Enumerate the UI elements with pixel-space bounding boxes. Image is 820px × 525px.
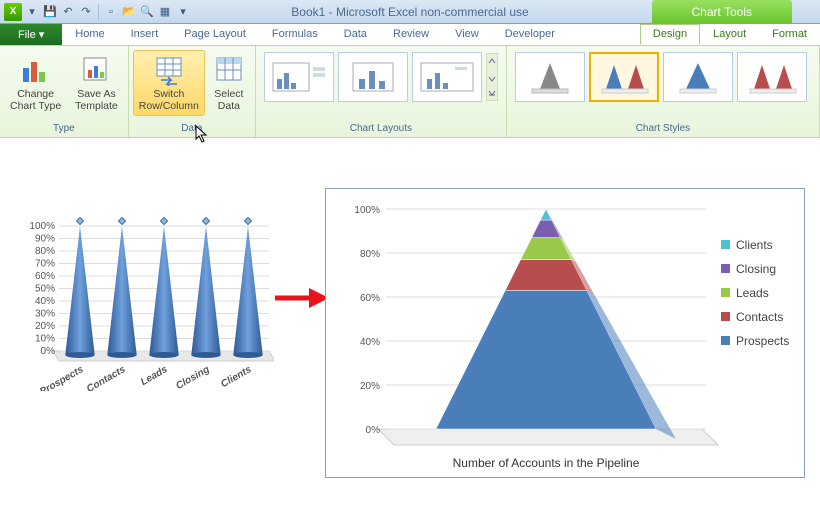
svg-text:Prospects: Prospects [736, 334, 789, 348]
undo-icon[interactable]: ↶ [60, 4, 76, 20]
save-icon[interactable]: 💾 [42, 4, 58, 20]
preview-icon[interactable]: 🔍 [139, 4, 155, 20]
template-icon [80, 54, 112, 86]
qat-dropdown[interactable]: ▾ [24, 4, 40, 20]
svg-text:Closing: Closing [174, 364, 211, 391]
group-type: Change Chart Type Save As Template Type [0, 46, 129, 137]
svg-text:80%: 80% [360, 249, 380, 260]
file-tab[interactable]: File▾ [0, 24, 62, 45]
group-label-data: Data [133, 122, 251, 135]
tab-layout[interactable]: Layout [700, 24, 759, 45]
svg-text:60%: 60% [360, 293, 380, 304]
svg-text:70%: 70% [35, 259, 55, 270]
tab-home[interactable]: Home [62, 24, 117, 45]
style-option-4[interactable] [737, 52, 807, 102]
svg-text:Contacts: Contacts [736, 310, 783, 324]
chart-before: 0%10% 20%30% 40%50% 60%70% 80%90% 100% Prospec… [14, 216, 274, 391]
svg-text:10%: 10% [35, 334, 55, 345]
group-data: Switch Row/Column Select Data Data [129, 46, 256, 137]
svg-text:40%: 40% [35, 296, 55, 307]
svg-text:20%: 20% [35, 321, 55, 332]
quick-access-toolbar: X ▾ 💾 ↶ ↷ ▫ 📂 🔍 ▦ ▾ Book1 - Microsoft Ex… [0, 0, 820, 24]
svg-text:0%: 0% [366, 425, 381, 436]
tab-view[interactable]: View [442, 24, 492, 45]
cursor-icon [195, 125, 209, 143]
svg-text:50%: 50% [35, 284, 55, 295]
svg-text:Contacts: Contacts [85, 364, 128, 391]
qat-more-1[interactable]: ▦ [157, 4, 173, 20]
select-data-icon [213, 54, 245, 86]
svg-text:30%: 30% [35, 309, 55, 320]
svg-text:Number of Accounts in the Pipe: Number of Accounts in the Pipeline [453, 456, 640, 470]
svg-text:80%: 80% [35, 246, 55, 257]
svg-text:40%: 40% [360, 337, 380, 348]
gallery-scroll-icon[interactable] [486, 53, 498, 101]
window-title: Book1 - Microsoft Excel non-commercial u… [291, 5, 528, 19]
switch-icon [153, 54, 185, 86]
svg-text:20%: 20% [360, 381, 380, 392]
svg-text:Closing: Closing [736, 262, 776, 276]
tab-data[interactable]: Data [331, 24, 380, 45]
tab-developer[interactable]: Developer [492, 24, 568, 45]
tab-pagelayout[interactable]: Page Layout [171, 24, 259, 45]
tab-insert[interactable]: Insert [118, 24, 172, 45]
layout-option-3[interactable] [412, 52, 482, 102]
tab-design[interactable]: Design [640, 24, 700, 45]
select-data-button[interactable]: Select Data [207, 50, 251, 116]
chart-type-icon [20, 54, 52, 86]
separator [98, 4, 99, 20]
tab-review[interactable]: Review [380, 24, 442, 45]
layout-option-2[interactable] [338, 52, 408, 102]
tab-format[interactable]: Format [759, 24, 820, 45]
svg-text:Leads: Leads [736, 286, 769, 300]
chart-after[interactable]: 0% 20% 40% 60% 80% 100% Number of Accounts in … [325, 188, 805, 478]
switch-row-column-button[interactable]: Switch Row/Column [133, 50, 205, 116]
group-label-type: Type [4, 122, 124, 135]
layout-option-1[interactable] [264, 52, 334, 102]
svg-text:Leads: Leads [139, 364, 170, 388]
style-option-3[interactable] [663, 52, 733, 102]
style-option-2[interactable] [589, 52, 659, 102]
new-icon[interactable]: ▫ [103, 4, 119, 20]
svg-text:100%: 100% [29, 221, 55, 232]
ribbon: Change Chart Type Save As Template Type … [0, 46, 820, 138]
group-chart-layouts: Chart Layouts [256, 46, 507, 137]
group-label-layouts: Chart Layouts [260, 122, 502, 135]
svg-text:90%: 90% [35, 234, 55, 245]
svg-text:100%: 100% [354, 205, 380, 216]
ribbon-tabs: File▾ Home Insert Page Layout Formulas D… [0, 24, 820, 46]
open-icon[interactable]: 📂 [121, 4, 137, 20]
save-as-template-button[interactable]: Save As Template [69, 50, 124, 116]
style-option-1[interactable] [515, 52, 585, 102]
tab-formulas[interactable]: Formulas [259, 24, 331, 45]
svg-text:Prospects: Prospects [38, 364, 86, 391]
excel-icon: X [4, 3, 22, 21]
qat-more-2[interactable]: ▾ [175, 4, 191, 20]
svg-text:Clients: Clients [219, 364, 254, 390]
redo-icon[interactable]: ↷ [78, 4, 94, 20]
change-chart-type-button[interactable]: Change Chart Type [4, 50, 67, 116]
group-label-styles: Chart Styles [511, 122, 815, 135]
svg-text:Clients: Clients [736, 238, 773, 252]
group-chart-styles: Chart Styles [507, 46, 820, 137]
svg-text:60%: 60% [35, 271, 55, 282]
svg-text:0%: 0% [41, 346, 56, 357]
context-tab-charttools: Chart Tools [652, 0, 792, 24]
arrow-icon [273, 286, 329, 310]
